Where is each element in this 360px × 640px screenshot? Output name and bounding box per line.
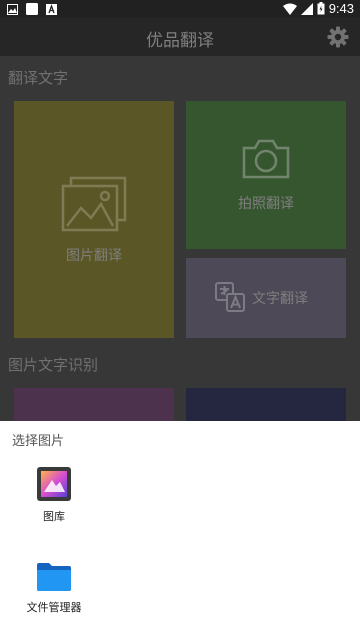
file-manager-label: 文件管理器 bbox=[26, 601, 82, 614]
gallery-label: 图库 bbox=[43, 510, 65, 523]
gallery-app-icon bbox=[37, 467, 71, 501]
image-notification-icon bbox=[7, 3, 18, 15]
folder-icon bbox=[37, 563, 71, 591]
dim-scrim[interactable] bbox=[0, 18, 360, 421]
sheet-title: 选择图片 bbox=[12, 434, 65, 449]
blank-notification-icon bbox=[26, 3, 38, 15]
wifi-icon bbox=[282, 3, 297, 15]
battery-icon bbox=[317, 2, 325, 15]
choose-image-sheet: 选择图片 图库 文件管理器 bbox=[0, 421, 360, 640]
status-notifications bbox=[7, 3, 57, 15]
file-manager-option[interactable]: 文件管理器 bbox=[9, 561, 99, 615]
signal-icon bbox=[300, 2, 313, 15]
a-notification-icon bbox=[46, 3, 57, 15]
gallery-option[interactable]: 图库 bbox=[9, 466, 99, 524]
status-bar: 9:43 bbox=[0, 0, 360, 18]
status-system: 9:43 bbox=[282, 1, 354, 16]
status-time: 9:43 bbox=[328, 1, 354, 16]
